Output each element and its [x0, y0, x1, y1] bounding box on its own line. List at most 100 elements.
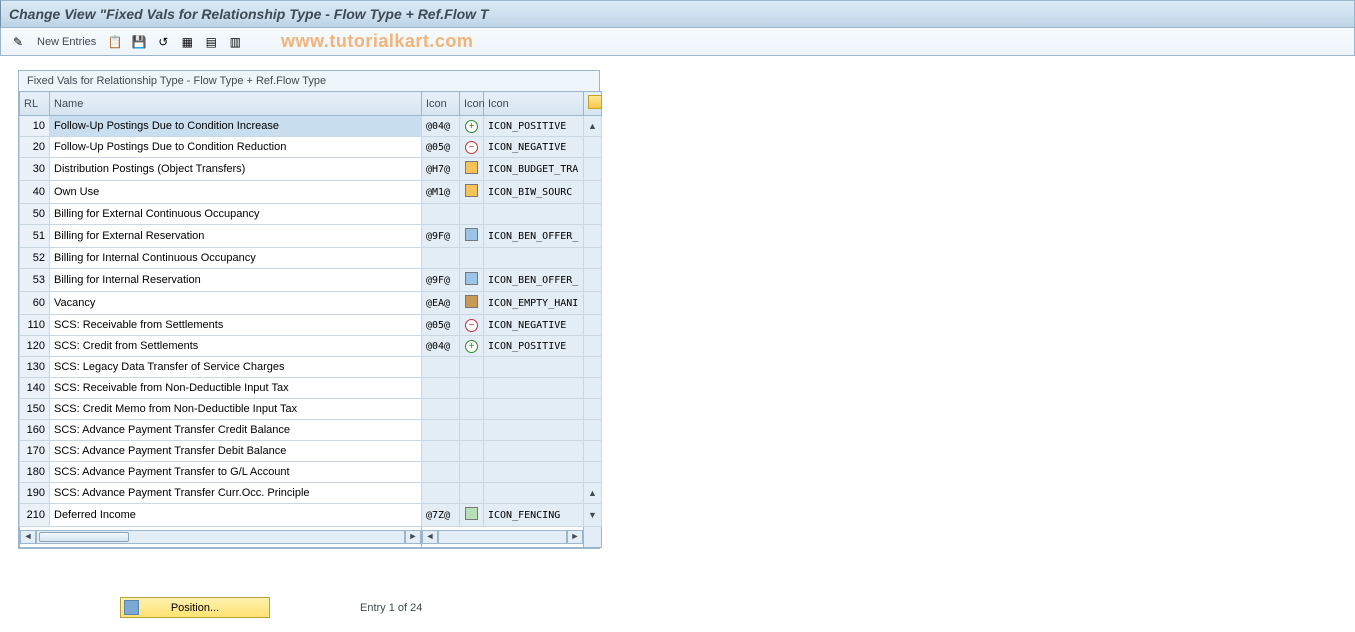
table-row[interactable]: 180SCS: Advance Payment Transfer to G/L … [20, 462, 602, 483]
vscroll-cell[interactable] [584, 357, 602, 378]
cell-name[interactable]: SCS: Advance Payment Transfer to G/L Acc… [50, 462, 422, 483]
cell-name[interactable]: Billing for Internal Reservation [50, 269, 422, 292]
select-all-icon[interactable]: ▦ [178, 33, 196, 51]
cell-icon-code [422, 378, 460, 399]
cell-name[interactable]: SCS: Advance Payment Transfer Debit Bala… [50, 441, 422, 462]
select-block-icon[interactable]: ▤ [202, 33, 220, 51]
hscroll2-track[interactable] [438, 530, 567, 544]
col-header-name[interactable]: Name [50, 92, 422, 116]
table-row[interactable]: 160SCS: Advance Payment Transfer Credit … [20, 420, 602, 441]
hscroll-thumb[interactable] [39, 532, 129, 542]
offer-icon [465, 228, 478, 241]
cell-name[interactable]: Follow-Up Postings Due to Condition Redu… [50, 137, 422, 158]
cell-icon-name: ICON_NEGATIVE [484, 137, 584, 158]
table-row[interactable]: 40Own Use@M1@ICON_BIW_SOURC [20, 181, 602, 204]
table-row[interactable]: 170SCS: Advance Payment Transfer Debit B… [20, 441, 602, 462]
cell-name[interactable]: Billing for External Reservation [50, 225, 422, 248]
footer-bar: Position... Entry 1 of 24 [120, 597, 422, 618]
table-row[interactable]: 30Distribution Postings (Object Transfer… [20, 158, 602, 181]
vscroll-cell[interactable] [584, 336, 602, 357]
vscroll-cell[interactable] [584, 420, 602, 441]
cell-name[interactable]: SCS: Receivable from Settlements [50, 315, 422, 336]
col-header-icon-img[interactable]: Icon [460, 92, 484, 116]
position-button[interactable]: Position... [120, 597, 270, 618]
vscroll-cell[interactable] [584, 137, 602, 158]
cell-icon-name: ICON_FENCING [484, 504, 584, 527]
fixed-vals-table[interactable]: RL Name Icon Icon Icon 10Follow-Up Posti… [19, 91, 602, 548]
table-row[interactable]: 51Billing for External Reservation@9F@IC… [20, 225, 602, 248]
hscroll2-right-arrow-icon[interactable]: ► [567, 530, 583, 544]
configure-columns-icon[interactable] [588, 95, 602, 109]
cell-name[interactable]: Vacancy [50, 292, 422, 315]
cell-icon-code: @05@ [422, 315, 460, 336]
table-row[interactable]: 20Follow-Up Postings Due to Condition Re… [20, 137, 602, 158]
col-header-config[interactable] [584, 92, 602, 116]
cell-icon-img: − [460, 137, 484, 158]
vscroll-up-hint-icon[interactable]: ▲ [588, 488, 597, 498]
copy-as-icon[interactable]: 📋 [106, 33, 124, 51]
hscroll-right-arrow-icon[interactable]: ► [405, 530, 421, 544]
table-row[interactable]: 10Follow-Up Postings Due to Condition In… [20, 116, 602, 137]
hscroll-track[interactable] [36, 530, 405, 544]
cell-name[interactable]: SCS: Legacy Data Transfer of Service Cha… [50, 357, 422, 378]
vscroll-down-arrow-icon[interactable]: ▼ [588, 510, 597, 520]
vscroll-cell[interactable] [584, 204, 602, 225]
vscroll-up-arrow-icon[interactable]: ▲ [588, 121, 597, 131]
deselect-all-icon[interactable]: ▥ [226, 33, 244, 51]
vscroll-cell[interactable] [584, 269, 602, 292]
cell-name[interactable]: SCS: Receivable from Non-Deductible Inpu… [50, 378, 422, 399]
vscroll-cell[interactable] [584, 158, 602, 181]
vscroll-cell[interactable]: ▲ [584, 483, 602, 504]
save-icon[interactable]: 💾 [130, 33, 148, 51]
cell-name[interactable]: SCS: Credit from Settlements [50, 336, 422, 357]
cell-icon-img [460, 158, 484, 181]
vscroll-cell[interactable] [584, 248, 602, 269]
window-title: Change View "Fixed Vals for Relationship… [9, 6, 488, 22]
cell-name[interactable]: Own Use [50, 181, 422, 204]
table-row[interactable]: 150SCS: Credit Memo from Non-Deductible … [20, 399, 602, 420]
col-header-icon-name[interactable]: Icon [484, 92, 584, 116]
vscroll-cell[interactable] [584, 292, 602, 315]
new-entries-button[interactable]: New Entries [33, 36, 100, 48]
table-row[interactable]: 190SCS: Advance Payment Transfer Curr.Oc… [20, 483, 602, 504]
vscroll-cell[interactable] [584, 441, 602, 462]
table-row[interactable]: 53Billing for Internal Reservation@9F@IC… [20, 269, 602, 292]
vscroll-cell[interactable] [584, 399, 602, 420]
cell-name[interactable]: SCS: Credit Memo from Non-Deductible Inp… [50, 399, 422, 420]
table-row[interactable]: 110SCS: Receivable from Settlements@05@−… [20, 315, 602, 336]
cell-name[interactable]: SCS: Advance Payment Transfer Curr.Occ. … [50, 483, 422, 504]
table-row[interactable]: 130SCS: Legacy Data Transfer of Service … [20, 357, 602, 378]
table-row[interactable]: 140SCS: Receivable from Non-Deductible I… [20, 378, 602, 399]
cell-name[interactable]: Distribution Postings (Object Transfers) [50, 158, 422, 181]
cell-name[interactable]: Billing for Internal Continuous Occupanc… [50, 248, 422, 269]
vscroll-cell[interactable] [584, 315, 602, 336]
table-row[interactable]: 210Deferred Income@7Z@ICON_FENCING▼ [20, 504, 602, 527]
hscroll2-left-arrow-icon[interactable]: ◄ [422, 530, 438, 544]
vscroll-cell[interactable] [584, 181, 602, 204]
vscroll-cell[interactable] [584, 378, 602, 399]
cell-rl: 40 [20, 181, 50, 204]
cell-icon-code [422, 399, 460, 420]
vscroll-cell[interactable] [584, 462, 602, 483]
horizontal-scrollbar[interactable]: ◄ ► ◄ ► [20, 527, 602, 548]
table-row[interactable]: 52Billing for Internal Continuous Occupa… [20, 248, 602, 269]
application-toolbar: ✎ New Entries 📋 💾 ↺ ▦ ▤ ▥ www.tutorialka… [0, 28, 1355, 56]
table-row[interactable]: 50Billing for External Continuous Occupa… [20, 204, 602, 225]
vscroll-cell[interactable]: ▼ [584, 504, 602, 527]
cell-name[interactable]: Follow-Up Postings Due to Condition Incr… [50, 116, 422, 137]
vscroll-cell[interactable]: ▲ [584, 116, 602, 137]
cell-name[interactable]: SCS: Advance Payment Transfer Credit Bal… [50, 420, 422, 441]
undo-icon[interactable]: ↺ [154, 33, 172, 51]
table-header-row: RL Name Icon Icon Icon [20, 92, 602, 116]
cell-name[interactable]: Deferred Income [50, 504, 422, 527]
cell-icon-code [422, 357, 460, 378]
col-header-icon-code[interactable]: Icon [422, 92, 460, 116]
hscroll-left-arrow-icon[interactable]: ◄ [20, 530, 36, 544]
col-header-rl[interactable]: RL [20, 92, 50, 116]
vscroll-cell[interactable] [584, 225, 602, 248]
table-row[interactable]: 60Vacancy@EA@ICON_EMPTY_HANI [20, 292, 602, 315]
toggle-display-change-icon[interactable]: ✎ [9, 33, 27, 51]
cell-name[interactable]: Billing for External Continuous Occupanc… [50, 204, 422, 225]
cell-icon-name: ICON_BEN_OFFER_ [484, 225, 584, 248]
table-row[interactable]: 120SCS: Credit from Settlements@04@+ICON… [20, 336, 602, 357]
